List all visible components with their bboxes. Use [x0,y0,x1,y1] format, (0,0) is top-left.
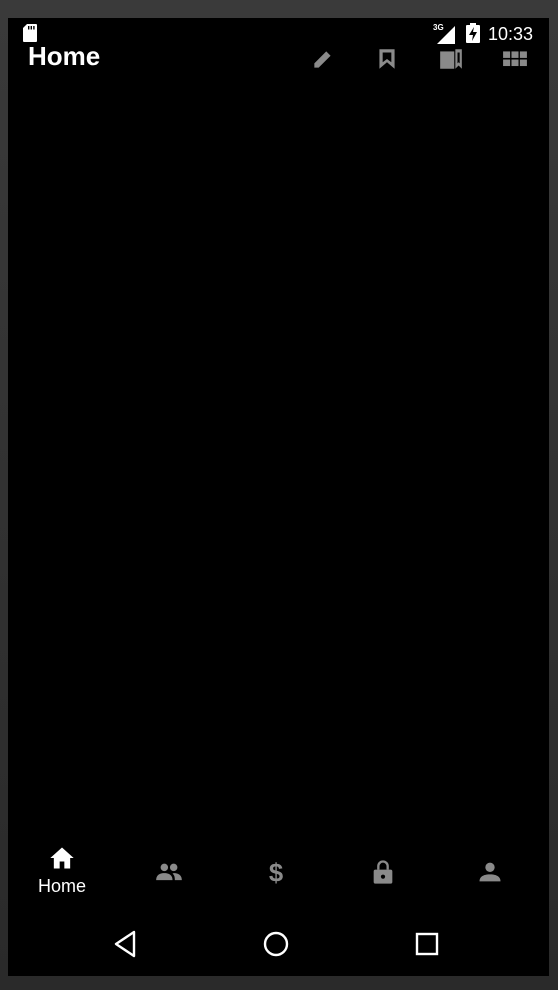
person-icon [476,858,504,886]
nav-label-home: Home [37,876,86,896]
bottom-navigation: Home $ [8,836,549,910]
people-icon [155,858,183,886]
nav-item-profile[interactable] [436,836,544,910]
svg-text:3G: 3G [433,23,444,32]
page-title: Home [28,41,101,71]
nav-item-security[interactable] [329,836,437,910]
screen: 3G 10:33 Home Home $ [8,18,549,976]
svg-text:$: $ [269,859,283,886]
dollar-icon: $ [262,858,290,886]
nav-item-home[interactable]: Home [8,836,116,910]
home-circle-icon[interactable] [258,926,294,962]
back-icon[interactable] [108,926,144,962]
edit-icon[interactable] [310,46,336,72]
nav-item-payments[interactable]: $ [222,836,330,910]
home-icon [48,844,76,872]
saved-items-icon[interactable] [438,46,464,72]
lock-icon [369,858,397,886]
main-content [8,78,549,834]
system-navigation-bar [8,912,549,976]
app-bar: Home [8,40,549,76]
recents-icon[interactable] [409,926,445,962]
nav-item-people[interactable] [115,836,223,910]
bookmark-icon[interactable] [374,46,400,72]
grid-view-icon[interactable] [502,46,528,72]
device-frame: 3G 10:33 Home Home $ [0,0,558,990]
